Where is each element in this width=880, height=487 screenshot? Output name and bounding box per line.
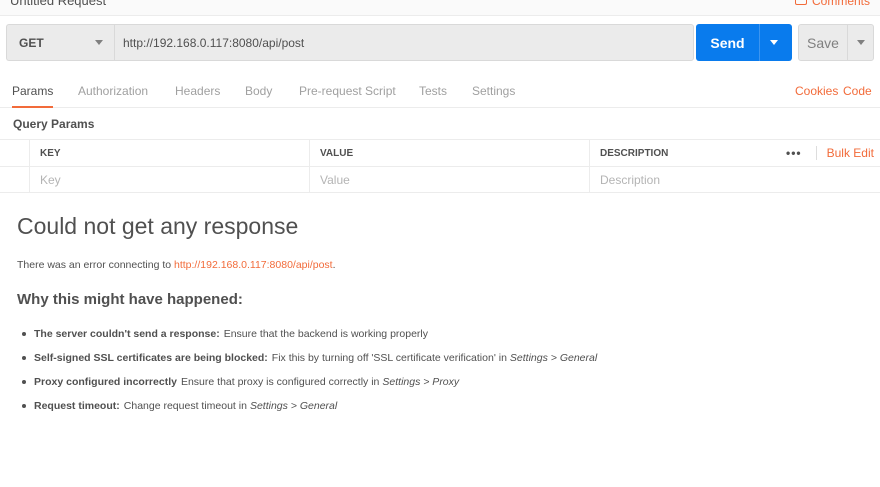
key-input[interactable]: Key bbox=[30, 167, 310, 193]
method-select[interactable]: GET bbox=[6, 24, 114, 61]
description-input[interactable]: Description bbox=[590, 167, 770, 193]
tab-tests[interactable]: Tests bbox=[419, 84, 447, 108]
column-header-value: VALUE bbox=[310, 140, 590, 166]
params-empty-row: Key Value Description bbox=[0, 166, 880, 193]
send-button[interactable]: Send bbox=[696, 24, 792, 61]
reason-settings-path: Settings > General bbox=[509, 352, 598, 364]
params-header-row: KEY VALUE DESCRIPTION ••• Bulk Edit bbox=[0, 139, 880, 166]
comment-icon bbox=[794, 0, 807, 5]
reason-settings-path: Settings > Proxy bbox=[382, 376, 460, 388]
tab-settings[interactable]: Settings bbox=[472, 84, 515, 108]
error-suffix: . bbox=[332, 259, 336, 271]
reason-title: The server couldn't send a response: bbox=[34, 328, 220, 340]
row-gutter bbox=[0, 140, 30, 166]
reason-title: Proxy configured incorrectly bbox=[34, 376, 177, 388]
list-item: Proxy configured incorrectly Ensure that… bbox=[22, 370, 597, 394]
reason-text: Ensure that the backend is working prope… bbox=[223, 328, 428, 340]
response-error-message: There was an error connecting to http://… bbox=[17, 259, 336, 271]
value-input[interactable]: Value bbox=[310, 167, 590, 193]
code-link[interactable]: Code bbox=[843, 84, 872, 98]
reason-text: Ensure that proxy is configured correctl… bbox=[180, 376, 380, 388]
column-header-description: DESCRIPTION bbox=[600, 147, 669, 159]
save-divider bbox=[847, 25, 848, 60]
save-label: Save bbox=[807, 34, 839, 51]
bulk-edit-link[interactable]: Bulk Edit bbox=[827, 146, 874, 160]
url-input[interactable]: http://192.168.0.117:8080/api/post bbox=[114, 24, 694, 61]
save-button[interactable]: Save bbox=[798, 24, 874, 61]
reason-text: Change request timeout in bbox=[123, 400, 247, 412]
bullet-icon bbox=[22, 380, 26, 384]
query-params-title: Query Params bbox=[13, 117, 95, 131]
bullet-icon bbox=[22, 332, 26, 336]
controls-divider bbox=[815, 146, 817, 160]
request-tabs: Params Authorization Headers Body Pre-re… bbox=[0, 74, 880, 108]
reason-text: Fix this by turning off 'SSL certificate… bbox=[271, 352, 507, 364]
request-bar: GET http://192.168.0.117:8080/api/post S… bbox=[6, 24, 874, 61]
why-heading: Why this might have happened: bbox=[17, 291, 243, 308]
tab-pre-request-script[interactable]: Pre-request Script bbox=[299, 84, 396, 108]
tab-headers[interactable]: Headers bbox=[175, 84, 220, 108]
reason-settings-path: Settings > General bbox=[249, 400, 338, 412]
url-value: http://192.168.0.117:8080/api/post bbox=[123, 35, 305, 50]
comments-link[interactable]: Comments bbox=[794, 0, 870, 8]
bullet-icon bbox=[22, 356, 26, 360]
error-prefix: There was an error connecting to bbox=[17, 259, 174, 271]
params-table: KEY VALUE DESCRIPTION ••• Bulk Edit Key … bbox=[0, 139, 880, 193]
send-options-chevron-icon[interactable] bbox=[770, 40, 778, 45]
tab-params[interactable]: Params bbox=[12, 84, 54, 108]
column-header-key: KEY bbox=[30, 140, 310, 166]
cookies-link[interactable]: Cookies bbox=[795, 84, 838, 98]
request-title[interactable]: Untitled Request bbox=[10, 0, 106, 8]
params-controls: ••• Bulk Edit bbox=[776, 140, 880, 166]
save-options-chevron-icon[interactable] bbox=[857, 40, 865, 45]
reason-title: Self-signed SSL certificates are being b… bbox=[34, 352, 268, 364]
list-item: Request timeout: Change request timeout … bbox=[22, 394, 597, 418]
chevron-down-icon bbox=[95, 40, 103, 45]
reason-title: Request timeout: bbox=[34, 400, 120, 412]
list-item: The server couldn't send a response: Ens… bbox=[22, 322, 597, 346]
send-divider bbox=[759, 24, 760, 61]
row-gutter bbox=[0, 167, 30, 193]
comments-label: Comments bbox=[811, 0, 870, 8]
tab-body[interactable]: Body bbox=[245, 84, 272, 108]
request-header: Untitled Request Comments bbox=[0, 0, 880, 16]
method-label: GET bbox=[19, 35, 44, 50]
send-label: Send bbox=[710, 34, 745, 51]
bullet-icon bbox=[22, 404, 26, 408]
list-item: Self-signed SSL certificates are being b… bbox=[22, 346, 597, 370]
error-url-link[interactable]: http://192.168.0.117:8080/api/post bbox=[174, 259, 333, 271]
more-options-icon[interactable]: ••• bbox=[786, 146, 802, 160]
response-error-title: Could not get any response bbox=[17, 213, 299, 239]
reasons-list: The server couldn't send a response: Ens… bbox=[22, 322, 597, 418]
tab-authorization[interactable]: Authorization bbox=[78, 84, 148, 108]
